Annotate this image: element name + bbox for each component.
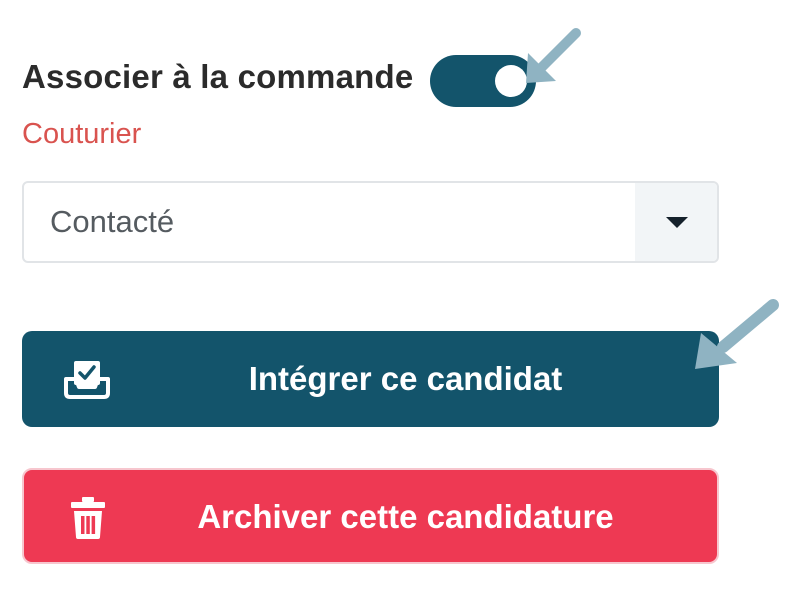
role-label: Couturier — [22, 118, 142, 150]
status-select-toggle[interactable] — [635, 183, 717, 261]
pointer-arrow-icon — [526, 28, 581, 83]
caret-down-icon — [666, 217, 688, 228]
associate-order-label: Associer à la commande — [22, 58, 414, 95]
pointer-arrow-icon — [695, 299, 779, 369]
archive-application-label: Archiver cette candidature — [197, 498, 614, 535]
candidate-panel: Associer à la commande Couturier Contact… — [0, 0, 789, 593]
integrate-candidate-button[interactable]: Intégrer ce candidat — [22, 331, 719, 427]
integrate-candidate-label: Intégrer ce candidat — [248, 360, 563, 397]
status-select[interactable]: Contacté — [22, 181, 719, 263]
archive-application-button[interactable]: Archiver cette candidature — [22, 468, 719, 564]
status-select-value: Contacté — [50, 204, 175, 239]
